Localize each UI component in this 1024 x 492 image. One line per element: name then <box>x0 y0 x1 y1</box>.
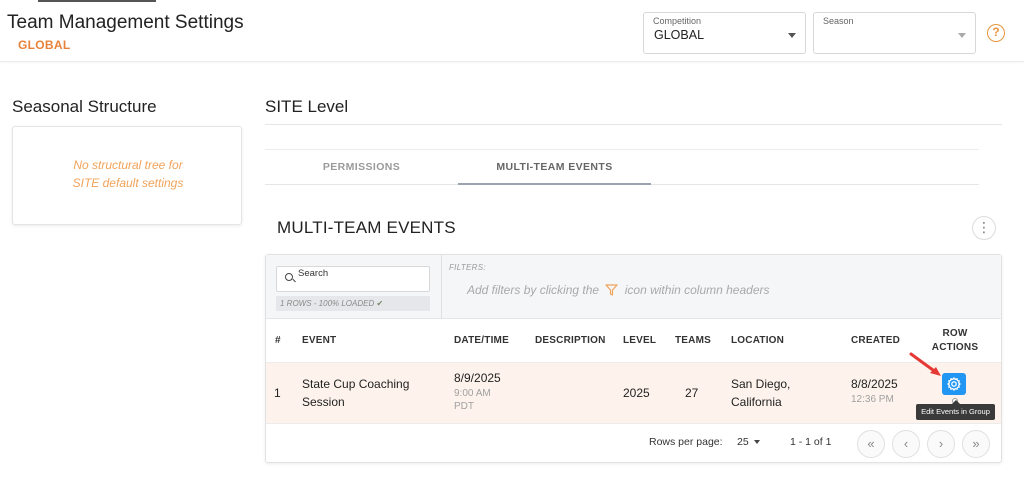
next-page-button[interactable]: › <box>927 430 955 458</box>
created-time: 12:36 PM <box>851 394 894 405</box>
divider <box>441 255 442 319</box>
table-row[interactable]: 1 State Cup Coaching Session 8/9/2025 9:… <box>266 352 1001 424</box>
created-date: 8/8/2025 <box>851 377 898 391</box>
chevron-down-icon <box>958 33 966 38</box>
site-level-title: SITE Level <box>265 97 349 116</box>
filters-hint-pre: Add filters by clicking the <box>467 283 600 297</box>
column-header-event[interactable]: EVENT <box>302 335 336 346</box>
cell-location: San Diego, California <box>731 375 790 411</box>
gear-icon <box>947 377 961 391</box>
first-page-button[interactable]: « <box>857 430 885 458</box>
cell-datetime: 8/9/2025 9:00 AM PDT <box>454 369 501 413</box>
competition-value: GLOBAL <box>654 28 705 42</box>
grid-pagination: Rows per page: 25 1 - 1 of 1 « ‹ › » <box>266 424 1001 462</box>
event-date: 8/9/2025 <box>454 371 501 385</box>
page-range: 1 - 1 of 1 <box>790 436 832 448</box>
event-timezone: PDT <box>454 401 474 412</box>
rows-per-page-value: 25 <box>737 436 749 448</box>
cell-teams: 27 <box>685 386 699 400</box>
column-header-created[interactable]: CREATED <box>851 335 900 346</box>
column-header-location[interactable]: LOCATION <box>731 335 784 346</box>
seasonal-structure-card: No structural tree for SITE default sett… <box>12 126 242 225</box>
column-header-index[interactable]: # <box>275 335 281 346</box>
season-label: Season <box>823 16 854 26</box>
page-title: Team Management Settings <box>7 12 244 33</box>
app-header: Team Management Settings GLOBAL Competit… <box>0 0 1024 62</box>
settings-tabs: PERMISSIONS MULTI-TEAM EVENTS <box>265 149 979 185</box>
help-icon[interactable]: ? <box>987 24 1005 42</box>
events-grid: Search 1 ROWS - 100% LOADED ✔ FILTERS: A… <box>265 254 1002 463</box>
seasonal-structure-title: Seasonal Structure <box>12 97 157 116</box>
filter-funnel-icon <box>605 284 619 296</box>
cell-created: 8/8/2025 12:36 PM <box>851 375 898 406</box>
event-time: 9:00 AM <box>454 388 491 399</box>
filters-hint-post: icon within column headers <box>624 283 770 297</box>
rows-loaded-status: 1 ROWS - 100% LOADED ✔ <box>276 296 430 311</box>
row-actions-line-1: ROW <box>942 328 968 339</box>
last-page-button[interactable]: » <box>962 430 990 458</box>
search-label: Search <box>298 268 329 279</box>
table-header: # EVENT DATE/TIME DESCRIPTION LEVEL TEAM… <box>266 319 1001 363</box>
column-header-teams[interactable]: TEAMS <box>675 335 711 346</box>
search-input[interactable]: Search <box>276 266 430 292</box>
column-header-description[interactable]: DESCRIPTION <box>535 335 606 346</box>
chevron-down-icon <box>788 33 796 38</box>
rows-status-text: 1 ROWS - 100% LOADED <box>280 299 375 308</box>
grid-toolbar: Search 1 ROWS - 100% LOADED ✔ FILTERS: A… <box>266 255 1001 319</box>
divider <box>265 124 1002 125</box>
location-line-2: California <box>731 395 782 409</box>
season-select[interactable]: Season <box>813 12 976 54</box>
filters-hint: Add filters by clicking the icon within … <box>467 283 770 297</box>
competition-label: Competition <box>653 16 702 26</box>
event-name-line-2: Session <box>302 395 345 409</box>
cell-index: 1 <box>274 386 281 400</box>
check-icon: ✔ <box>376 299 384 308</box>
empty-tree-line-2: SITE default settings <box>72 176 184 190</box>
previous-page-button[interactable]: ‹ <box>892 430 920 458</box>
search-icon <box>285 273 293 281</box>
action-tooltip: Edit Events in Group <box>916 400 995 420</box>
annotation-arrow-icon <box>909 352 941 376</box>
column-header-datetime[interactable]: DATE/TIME <box>454 335 509 346</box>
more-options-icon[interactable]: ⋮ <box>972 216 996 240</box>
cell-event: State Cup Coaching Session <box>302 375 409 411</box>
empty-tree-message: No structural tree for SITE default sett… <box>13 156 243 192</box>
column-header-level[interactable]: LEVEL <box>623 335 656 346</box>
cell-level: 2025 <box>623 386 650 400</box>
tab-multi-team-events[interactable]: MULTI-TEAM EVENTS <box>458 150 651 185</box>
rows-per-page-label: Rows per page: <box>649 436 723 448</box>
edit-events-in-group-button[interactable] <box>942 373 966 395</box>
competition-select[interactable]: Competition GLOBAL <box>643 12 806 54</box>
page-subtitle: GLOBAL <box>18 38 71 52</box>
rows-per-page-select[interactable]: 25 <box>737 436 760 448</box>
filters-label: FILTERS: <box>449 263 486 272</box>
event-name-line-1: State Cup Coaching <box>302 377 410 391</box>
empty-tree-line-1: No structural tree for <box>73 158 183 172</box>
location-line-1: San Diego, <box>731 377 791 391</box>
tab-permissions[interactable]: PERMISSIONS <box>265 150 458 185</box>
chevron-down-icon <box>753 440 760 445</box>
section-title: MULTI-TEAM EVENTS <box>277 218 456 237</box>
